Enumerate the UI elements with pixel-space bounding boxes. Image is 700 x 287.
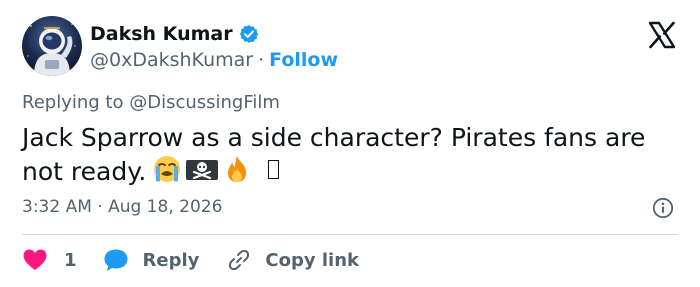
x-logo-icon[interactable]	[647, 20, 677, 50]
divider	[22, 234, 678, 235]
action-bar: 1 Reply Copy link	[22, 246, 359, 274]
reply-button[interactable]: Reply	[103, 248, 200, 272]
link-icon	[229, 249, 250, 271]
replying-prefix: Replying to	[22, 92, 124, 113]
replying-to-line: Replying to @DiscussingFilm	[22, 92, 280, 113]
reply-bubble-icon	[104, 249, 128, 271]
tweet-body: Jack Sparrow as a side character? Pirate…	[22, 122, 672, 188]
heart-icon	[23, 249, 47, 270]
tweet-timestamp[interactable]: 3:32 AM · Aug 18, 2026	[22, 197, 222, 217]
info-icon[interactable]	[652, 197, 674, 219]
like-count: 1	[64, 249, 77, 271]
loudly-crying-face-icon	[154, 156, 181, 182]
astronaut-avatar-image	[22, 16, 82, 76]
verified-badge-icon	[239, 25, 258, 43]
fire-icon	[228, 156, 247, 182]
follow-button[interactable]: Follow	[269, 49, 338, 71]
separator-dot: ·	[258, 49, 265, 71]
author-handle-row: @0xDakshKumar · Follow	[90, 47, 338, 73]
reply-label: Reply	[142, 249, 200, 271]
missing-glyph-icon	[268, 159, 280, 179]
replying-to-mention[interactable]: @DiscussingFilm	[129, 92, 280, 113]
like-button[interactable]: 1	[22, 248, 77, 272]
copy-link-label: Copy link	[265, 249, 359, 271]
tweet-text: Jack Sparrow as a side character? Pirate…	[22, 123, 646, 186]
copy-link-button[interactable]: Copy link	[227, 248, 359, 272]
emoji-group	[152, 154, 280, 184]
author-display-name[interactable]: Daksh Kumar	[90, 23, 233, 45]
avatar[interactable]	[22, 16, 82, 76]
author-name-row: Daksh Kumar	[90, 21, 259, 47]
author-handle[interactable]: @0xDakshKumar	[90, 49, 253, 71]
pirate-flag-icon	[186, 160, 219, 180]
tweet-card: Daksh Kumar @0xDakshKumar · Follow Reply…	[0, 0, 700, 287]
